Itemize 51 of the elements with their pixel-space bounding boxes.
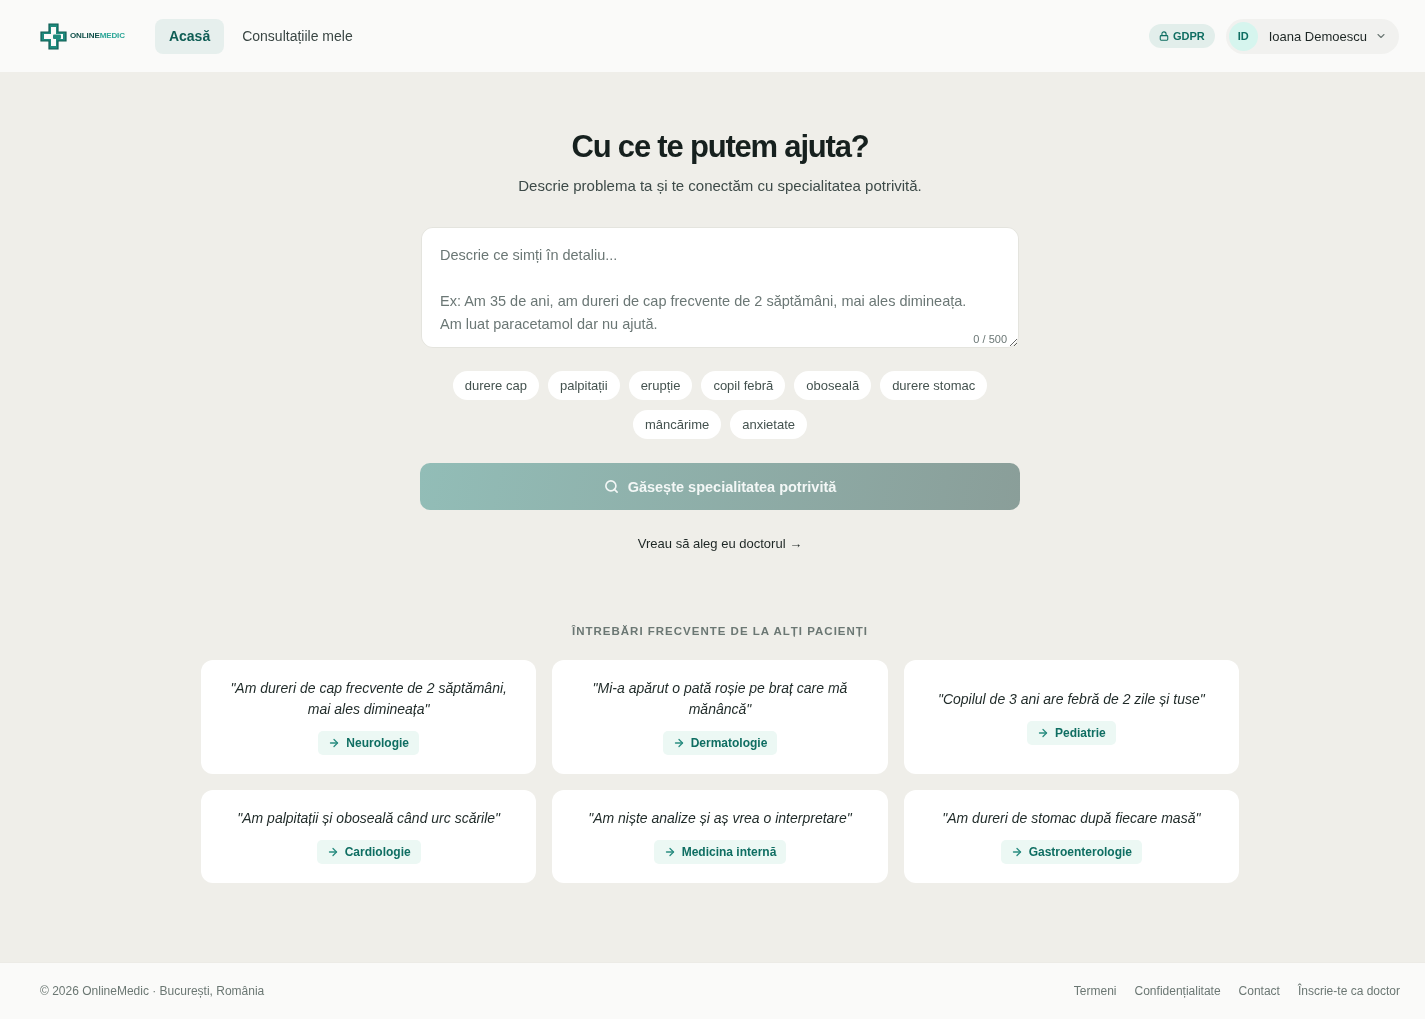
suggestion-chip[interactable]: mâncărime [632, 410, 722, 439]
arrow-right-icon [663, 846, 676, 858]
question-card[interactable]: "Am dureri de cap frecvente de 2 săptămâni, mai ales dimineața" Neurologie [201, 660, 537, 774]
specialty-tag: Pediatrie [1026, 720, 1116, 745]
question-quote: "Mi-a apărut o pată roșie pe braț care mă mănâncă" [591, 679, 849, 719]
suggestion-chip[interactable]: durere stomac [880, 371, 988, 400]
copyright-text: © 2026 OnlineMedic · București, România [40, 984, 265, 998]
arrow-right-icon [672, 737, 685, 749]
footer-link[interactable]: Înscrie-te ca doctor [1297, 984, 1400, 998]
question-card[interactable]: "Am niște analize și aș vrea o interpretare" Medicina internă [552, 790, 888, 883]
suggestion-chip[interactable]: anxietate [730, 410, 808, 439]
arrow-right-icon [326, 846, 339, 858]
specialty-tag: Medicina internă [653, 840, 787, 864]
suggestion-chip[interactable]: durere cap [452, 371, 539, 400]
specialty-tag: Gastroenterologie [1000, 840, 1142, 864]
search-icon [603, 479, 619, 494]
question-quote: "Am dureri de cap frecvente de 2 săptămâni, mai ales dimineața" [229, 679, 508, 719]
page-title: Cu ce te putem ajuta? [571, 128, 869, 166]
question-quote: "Am palpitații și oboseală când urc scările" [237, 809, 501, 828]
logo-wordmark: ONLINEMEDIC [70, 31, 125, 41]
section-heading: ÎNTREBĂRI FRECVENTE DE LA ALȚI PACIENȚI [571, 624, 869, 638]
suggestion-chip[interactable]: copil febră [701, 371, 786, 400]
gdpr-badge: GDPR [1148, 24, 1215, 48]
character-counter: 0 / 500 [973, 333, 1007, 345]
specialty-tag: Neurologie [318, 731, 419, 755]
nav-tab[interactable]: Consultațiile mele [228, 18, 367, 54]
nav-tab[interactable]: Acasă [154, 18, 225, 54]
question-quote: "Am niște analize și aș vrea o interpretare" [588, 809, 852, 828]
question-card[interactable]: "Am palpitații și oboseală când urc scările" Cardiologie [201, 790, 537, 883]
footer-link[interactable]: Termeni [1073, 984, 1117, 998]
question-quote: "Am dureri de stomac după fiecare masă" [942, 809, 1201, 828]
page-subtitle: Descrie problema ta și te conectăm cu specialitatea potrivită. [518, 176, 922, 196]
choose-doctor-link[interactable]: Vreau să aleg eu doctorul → [637, 535, 803, 553]
suggestion-chip[interactable]: oboseală [794, 371, 872, 400]
question-card[interactable]: "Copilul de 3 ani are febră de 2 zile și tuse" Pediatrie [903, 660, 1239, 774]
arrow-right-icon [1036, 726, 1049, 739]
question-card[interactable]: "Mi-a apărut o pată roșie pe braț care mă mănâncă" Dermatologie [552, 660, 888, 774]
question-quote: "Copilul de 3 ani are febră de 2 zile și tuse" [937, 689, 1205, 709]
question-card[interactable]: "Am dureri de stomac după fiecare masă" Gastroenterologie [903, 790, 1239, 883]
footer-link[interactable]: Contact [1238, 984, 1280, 998]
suggestion-chip[interactable]: palpitații [547, 371, 620, 400]
arrow-right-icon [328, 737, 341, 749]
user-menu-button[interactable]: ID Ioana Demoescu [1225, 18, 1399, 54]
cross-logo-icon [40, 22, 67, 50]
specialty-tag: Cardiologie [316, 840, 421, 864]
user-avatar: ID [1228, 21, 1258, 51]
footer-link[interactable]: Confidențialitate [1134, 984, 1221, 998]
lock-icon [1158, 31, 1169, 41]
arrow-right-icon [1010, 846, 1023, 858]
specialty-tag: Dermatologie [662, 731, 778, 755]
suggestion-chip[interactable]: erupție [628, 371, 693, 400]
